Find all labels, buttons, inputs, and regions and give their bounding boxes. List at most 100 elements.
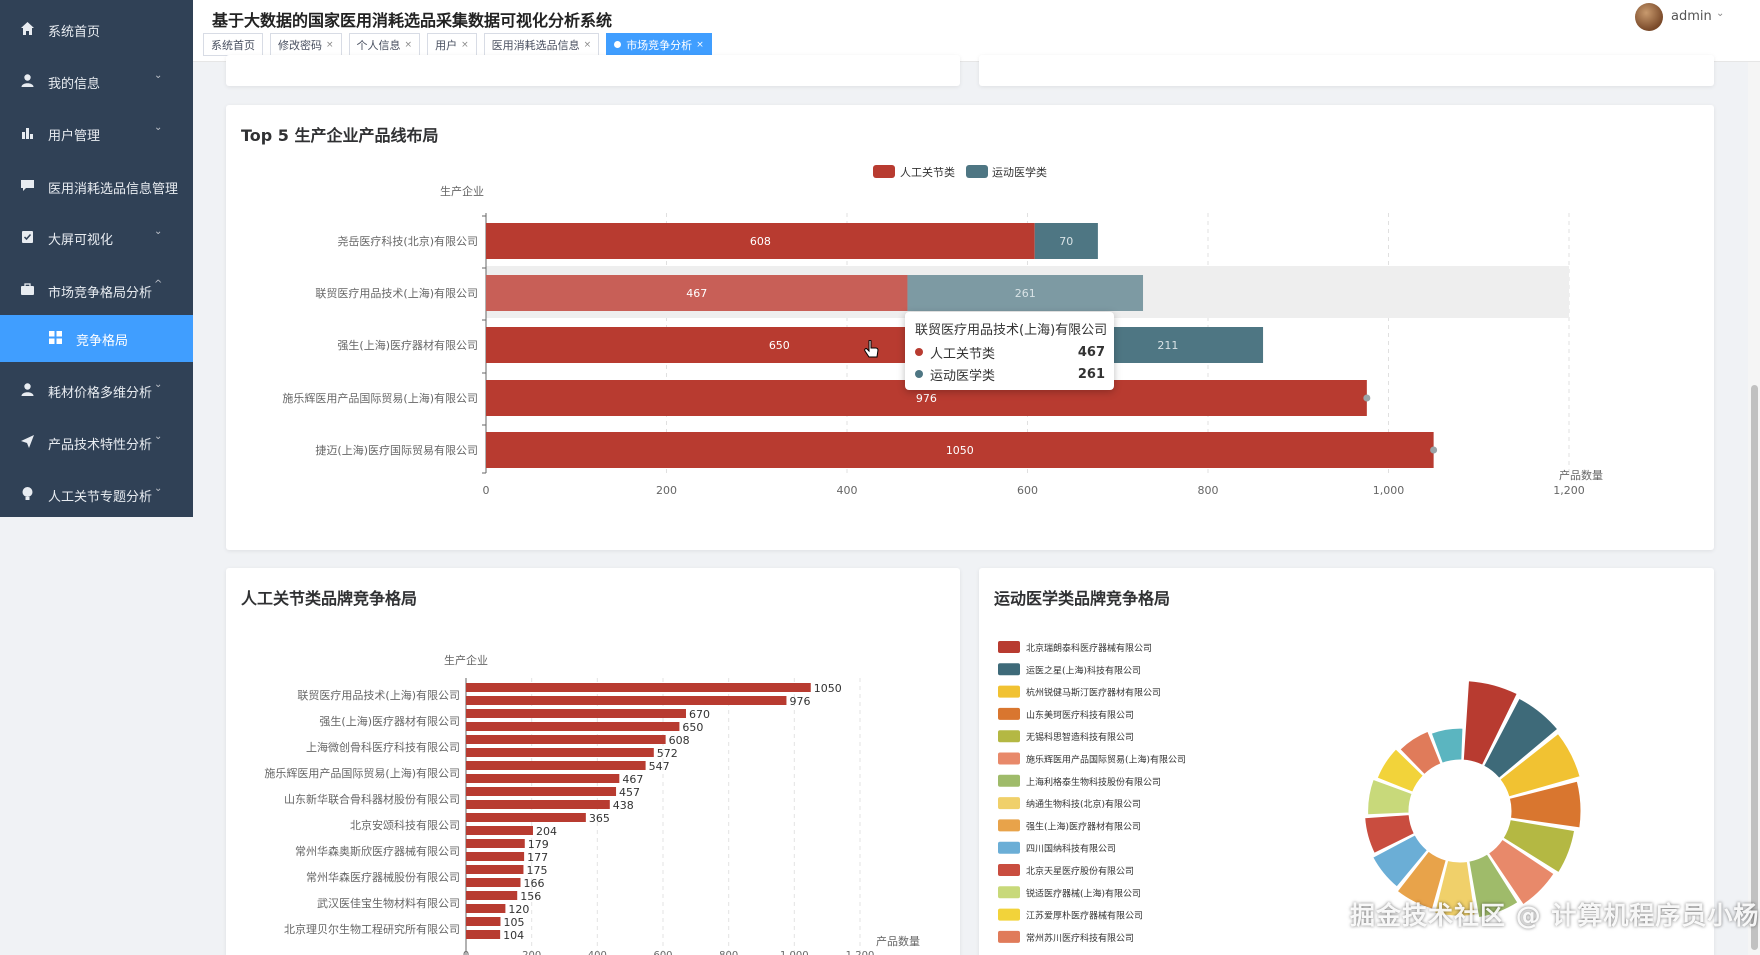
y-tick-label: 捷迈(上海)医疗国际贸易有限公司 xyxy=(315,443,478,457)
x-tick-label: 200 xyxy=(656,484,677,497)
sidebar-item-label: 我的信息 xyxy=(48,77,101,92)
chevron-down-icon: ⌄ xyxy=(154,483,163,494)
bar-value-label: 105 xyxy=(503,916,524,929)
tag-5[interactable]: 市场竞争分析 × xyxy=(606,33,712,56)
tag-label: 修改密码 xyxy=(278,38,322,52)
x-tick-label: 800 xyxy=(1198,484,1219,497)
y-tick-label: 山东新华联合骨科器材股份有限公司 xyxy=(284,792,460,806)
sidebar-item-4[interactable]: 大屏可视化 ⌄ xyxy=(0,214,193,260)
bar xyxy=(466,826,533,835)
avatar[interactable] xyxy=(1635,3,1663,31)
tag-2[interactable]: 个人信息 × xyxy=(348,33,421,56)
legend-swatch xyxy=(998,730,1020,743)
close-icon[interactable]: × xyxy=(696,40,704,50)
y-tick-label: 上海微创骨科医疗科技有限公司 xyxy=(306,740,460,754)
sidebar-item-2[interactable]: 用户管理 ⌄ xyxy=(0,110,193,156)
bar-value-label: 1050 xyxy=(946,444,974,457)
sidebar-item-6[interactable]: 竞争格局 xyxy=(0,315,193,362)
legend-label: 强生(上海)医疗器材有限公司 xyxy=(1026,820,1141,832)
joint-brand-bar-chart[interactable]: 生产企业产品数量10509766706506085725474674574383… xyxy=(226,568,960,955)
series-dot-icon xyxy=(915,370,923,378)
user-name[interactable]: admin xyxy=(1671,9,1712,24)
chevron-down-icon[interactable]: ⌄ xyxy=(1716,8,1724,19)
bar xyxy=(466,930,501,939)
legend-label: 北京天星医疗股份有限公司 xyxy=(1026,865,1134,877)
bar xyxy=(466,800,610,809)
legend-swatch xyxy=(998,641,1020,653)
sidebar: 系统首页 我的信息 ⌄ 用户管理 ⌄ 医用消耗选品信息管理 大屏可视化 ⌄ 市场竞争格局分析 ^ 竞… xyxy=(0,0,193,517)
briefcase-icon xyxy=(20,282,35,297)
card-top-right-partial xyxy=(979,55,1714,86)
sidebar-item-label: 市场竞争格局分析 xyxy=(48,286,153,301)
close-icon[interactable]: × xyxy=(584,40,592,50)
sidebar-item-label: 产品技术特性分析 xyxy=(48,438,153,453)
legend-label: 上海利格泰生物科技股份有限公司 xyxy=(1026,776,1161,788)
bar-value-label: 120 xyxy=(508,903,529,916)
sidebar-item-label: 用户管理 xyxy=(48,129,101,144)
sidebar-item-5[interactable]: 市场竞争格局分析 ^ xyxy=(0,267,193,313)
user-icon xyxy=(20,73,35,88)
tag-label: 医用消耗选品信息 xyxy=(491,38,580,52)
y-tick-label: 常州华森奥斯欣医疗器械有限公司 xyxy=(295,844,460,858)
legend-label: 北京瑞朗泰科医疗器械有限公司 xyxy=(1026,642,1152,654)
x-tick-label: 1,000 xyxy=(1373,484,1405,497)
tag-label: 系统首页 xyxy=(211,38,255,52)
x-tick-label: 400 xyxy=(588,950,607,955)
sidebar-item-7[interactable]: 耗材价格多维分析 ⌄ xyxy=(0,367,193,413)
send-icon xyxy=(20,434,35,449)
bar xyxy=(466,917,501,926)
joint-brand-card: 人工关节类品牌竞争格局 生产企业 产品数量 1050 976 670 650 608 572 5… xyxy=(226,568,960,955)
close-icon[interactable]: × xyxy=(405,40,413,50)
tag-3[interactable]: 用户 × xyxy=(427,33,477,56)
tooltip-row: 运动医学类 261 xyxy=(915,365,1105,384)
sidebar-item-label: 人工关节专题分析 xyxy=(48,490,153,505)
y-axis-title: 生产企业 xyxy=(440,184,484,198)
card-top-left-partial xyxy=(226,55,960,86)
bar-value-label: 104 xyxy=(503,929,524,942)
sidebar-item-3[interactable]: 医用消耗选品信息管理 xyxy=(0,163,193,209)
page-scrollbar[interactable] xyxy=(1748,62,1760,955)
tooltip-series-value: 261 xyxy=(1077,366,1105,382)
sidebar-item-label: 医用消耗选品信息管理 xyxy=(48,182,179,197)
chart-legend: 人工关节类 运动医学类 xyxy=(873,165,1047,179)
sidebar-item-1[interactable]: 我的信息 ⌄ xyxy=(0,58,193,104)
x-axis-title: 产品数量 xyxy=(1559,468,1603,482)
sidebar-item-9[interactable]: 人工关节专题分析 ⌄ xyxy=(0,471,193,517)
y-axis-title: 生产企业 xyxy=(444,653,488,667)
tag-label: 用户 xyxy=(435,38,458,52)
y-tick-label: 施乐辉医用产品国际贸易(上海)有限公司 xyxy=(282,391,478,405)
grid-icon xyxy=(48,330,63,345)
legend-label: 四川国纳科技有限公司 xyxy=(1026,843,1116,855)
y-tick-label: 尧岳医疗科技(北京)有限公司 xyxy=(337,234,478,248)
bar xyxy=(466,774,620,783)
bar-value-label: 166 xyxy=(524,877,545,890)
sidebar-item-0[interactable]: 系统首页 xyxy=(0,6,193,52)
bar-value-label: 365 xyxy=(589,812,610,825)
bar xyxy=(466,787,617,796)
x-tick-label: 0 xyxy=(483,484,490,497)
legend-swatch xyxy=(998,908,1020,921)
close-icon[interactable]: × xyxy=(326,40,334,50)
y-tick-label: 北京安颂科技有限公司 xyxy=(350,818,460,832)
bar-value-label: 179 xyxy=(528,838,549,851)
tag-4[interactable]: 医用消耗选品信息 × xyxy=(483,33,600,56)
legend-swatch xyxy=(998,752,1020,765)
legend-label: 无锡科思智造科技有限公司 xyxy=(1026,731,1134,743)
bar-value-label: 650 xyxy=(769,339,790,352)
close-icon[interactable]: × xyxy=(461,40,469,50)
tooltip-row: 人工关节类 467 xyxy=(915,343,1105,362)
tag-1[interactable]: 修改密码 × xyxy=(270,33,342,56)
y-tick-label: 强生(上海)医疗器材有限公司 xyxy=(319,714,460,728)
active-dot-icon xyxy=(614,41,622,48)
legend-swatch xyxy=(998,819,1020,832)
legend-swatch xyxy=(998,663,1020,676)
tooltip-series-name: 运动医学类 xyxy=(930,368,996,384)
bar-value-label: 670 xyxy=(689,708,710,721)
bar-value-label: 608 xyxy=(669,734,690,747)
sidebar-item-8[interactable]: 产品技术特性分析 ⌄ xyxy=(0,419,193,465)
scrollbar-thumb[interactable] xyxy=(1751,385,1758,950)
bar-value-label: 177 xyxy=(527,851,548,864)
tag-0[interactable]: 系统首页 xyxy=(203,33,263,56)
legend-swatch xyxy=(998,841,1020,854)
legend-swatch xyxy=(998,930,1020,943)
